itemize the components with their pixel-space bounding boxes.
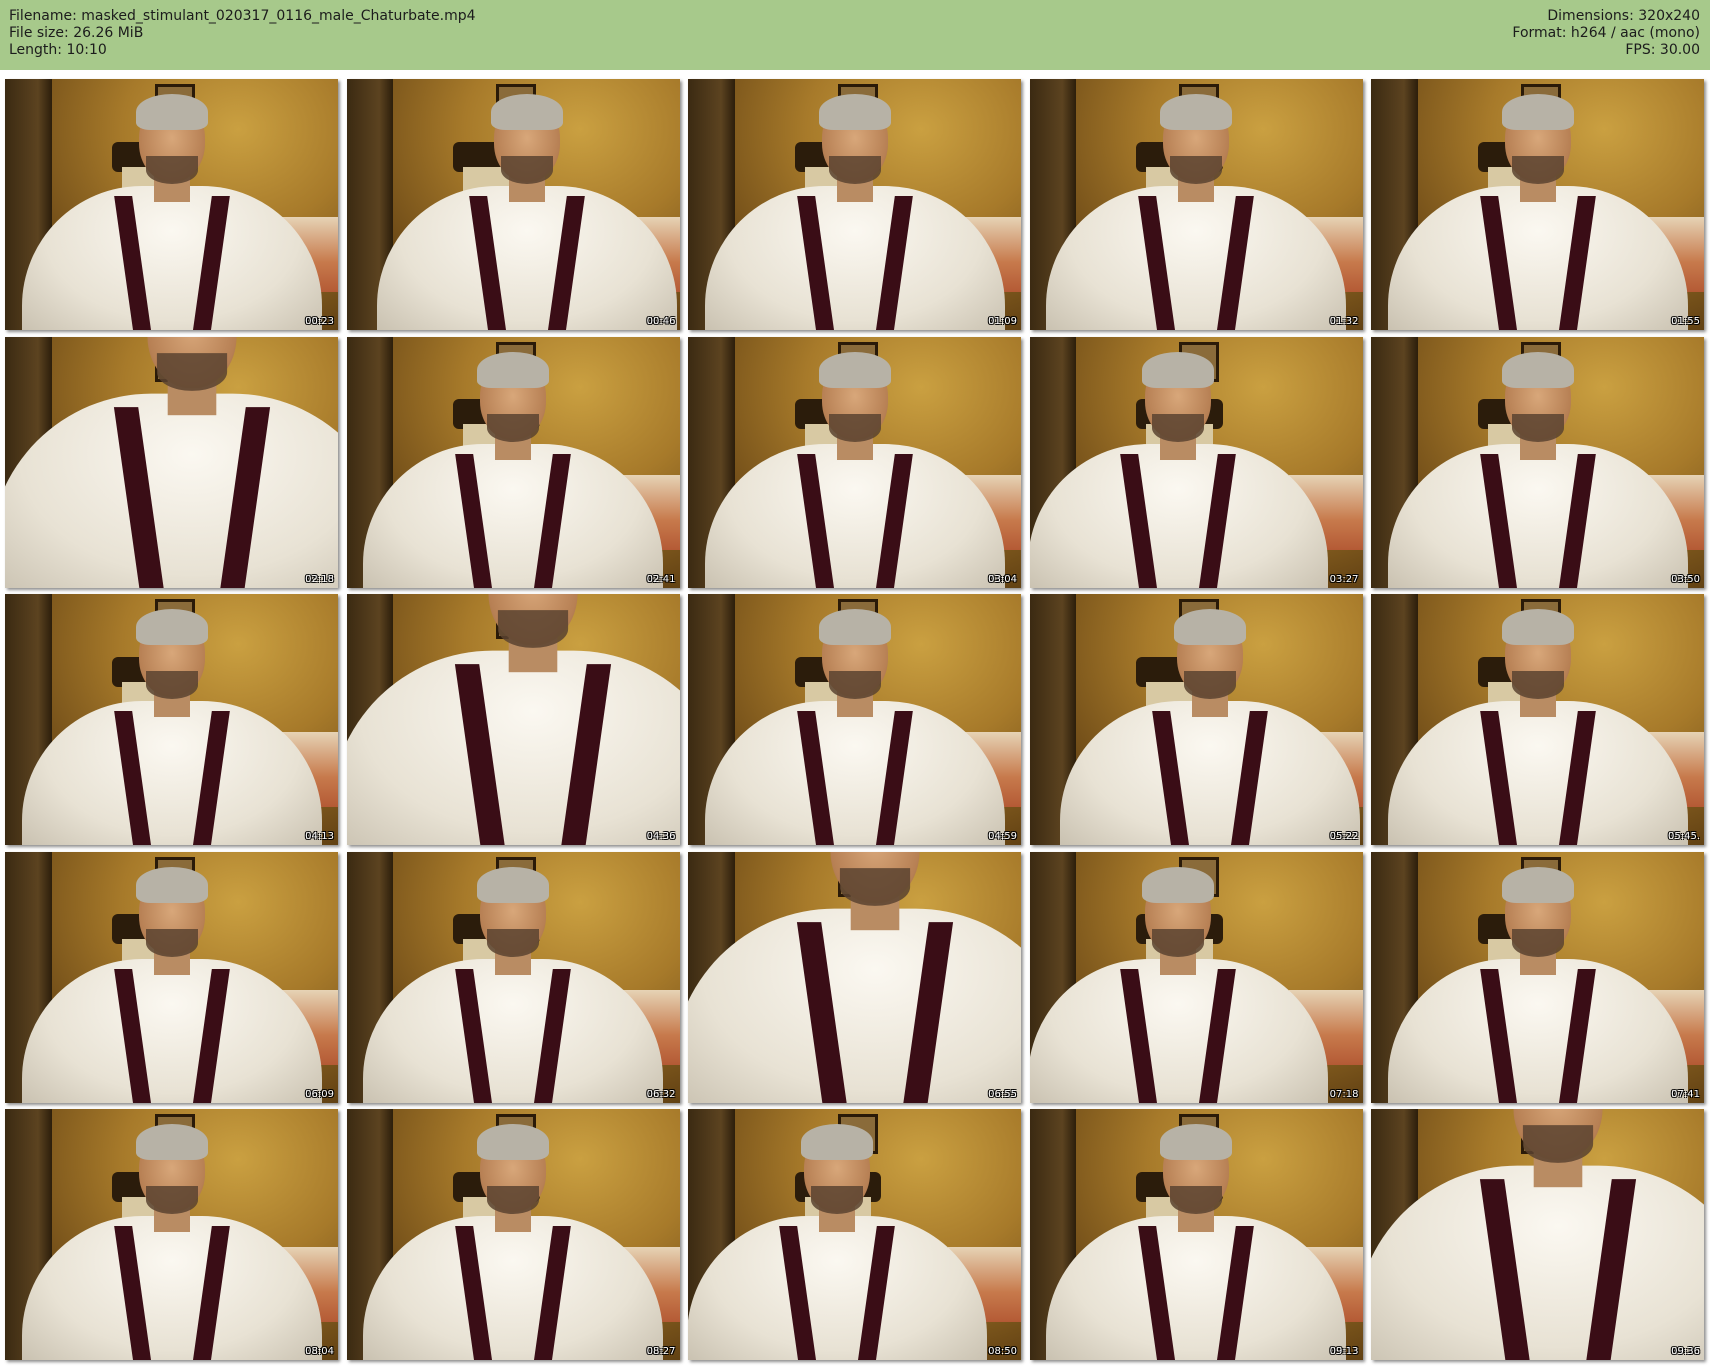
video-thumbnail: 01:09 — [688, 79, 1021, 330]
thumbnail-timestamp: 05:22 — [1329, 831, 1359, 842]
video-thumbnail: 03:04 — [688, 336, 1021, 588]
thumbnail-timestamp: 08:50 — [988, 1346, 1017, 1357]
video-thumbnail: 08:50 — [688, 1109, 1021, 1360]
thumbnail-timestamp: 03:27 — [1329, 573, 1359, 585]
thumbnail-timestamp: 02:41 — [646, 573, 676, 585]
video-thumbnail: 03:27 — [1029, 336, 1363, 588]
video-thumbnail: 09:13 — [1029, 1109, 1363, 1360]
video-thumbnail: 01:32 — [1029, 79, 1363, 330]
video-thumbnail: 09:36 — [1371, 1109, 1704, 1360]
video-thumbnail: 00:46 — [346, 79, 680, 330]
video-thumbnail: 04:59 — [688, 594, 1021, 845]
thumbnail-timestamp: 07:18 — [1329, 1088, 1359, 1100]
video-thumbnail: 04:36 — [346, 594, 680, 845]
filesize-label: File size: 26.26 MiB — [9, 25, 144, 41]
thumbnail-timestamp: 06:32 — [646, 1088, 676, 1100]
video-thumbnail: 02:41 — [346, 336, 680, 588]
thumbnail-timestamp: 01:32 — [1329, 316, 1359, 327]
filename-label: Filename: masked_stimulant_020317_0116_m… — [9, 8, 476, 24]
thumbnail-timestamp: 08:27 — [646, 1346, 676, 1357]
dimensions-label: Dimensions: 320x240 — [1547, 8, 1700, 24]
video-thumbnail: 02:18 — [5, 336, 338, 588]
thumbnail-timestamp: 08:04 — [305, 1346, 334, 1357]
thumbnail-timestamp: 00:23 — [305, 316, 334, 327]
format-label: Format: h264 / aac (mono) — [1512, 25, 1700, 41]
thumbnail-timestamp: 01:09 — [988, 316, 1017, 327]
video-thumbnail: 08:27 — [346, 1109, 680, 1360]
thumbnail-timestamp: 03:04 — [988, 573, 1017, 585]
thumbnail-timestamp: 02:18 — [305, 573, 334, 585]
video-thumbnail: 05:45. — [1371, 594, 1704, 845]
thumbnail-timestamp: 05:45. — [1668, 831, 1700, 842]
length-label: Length: 10:10 — [9, 42, 107, 58]
video-thumbnail: 06:09 — [5, 851, 338, 1103]
thumbnail-grid: 00:23 00:46 01:09 01:32 01:55 02:18 02:41 03:04… — [5, 79, 1705, 1365]
thumbnail-timestamp: 01:55 — [1671, 316, 1700, 327]
thumbnail-timestamp: 09:36 — [1671, 1346, 1700, 1357]
thumbnail-timestamp: 06:09 — [305, 1088, 334, 1100]
file-info-left: Filename: masked_stimulant_020317_0116_m… — [9, 8, 476, 59]
thumbnail-timestamp: 03:50 — [1671, 573, 1700, 585]
fps-label: FPS: 30.00 — [1625, 42, 1700, 58]
thumbnail-timestamp: 04:13 — [305, 831, 334, 842]
thumbnail-timestamp: 04:59 — [988, 831, 1017, 842]
video-thumbnail: 05:22 — [1029, 594, 1363, 845]
info-header: Filename: masked_stimulant_020317_0116_m… — [0, 0, 1710, 70]
thumbnail-timestamp: 04:36 — [646, 831, 676, 842]
video-thumbnail: 00:23 — [5, 79, 338, 330]
video-thumbnail: 03:50 — [1371, 336, 1704, 588]
video-thumbnail: 07:41 — [1371, 851, 1704, 1103]
thumbnail-timestamp: 06:55 — [988, 1088, 1017, 1100]
video-thumbnail: 07:18 — [1029, 851, 1363, 1103]
file-info-right: Dimensions: 320x240 Format: h264 / aac (… — [1512, 8, 1700, 59]
video-thumbnail: 04:13 — [5, 594, 338, 845]
video-thumbnail: 06:32 — [346, 851, 680, 1103]
video-thumbnail: 08:04 — [5, 1109, 338, 1360]
thumbnail-timestamp: 09:13 — [1329, 1346, 1359, 1357]
video-thumbnail: 01:55 — [1371, 79, 1704, 330]
thumbnail-timestamp: 00:46 — [646, 316, 676, 327]
thumbnail-timestamp: 07:41 — [1671, 1088, 1700, 1100]
video-thumbnail: 06:55 — [688, 851, 1021, 1103]
